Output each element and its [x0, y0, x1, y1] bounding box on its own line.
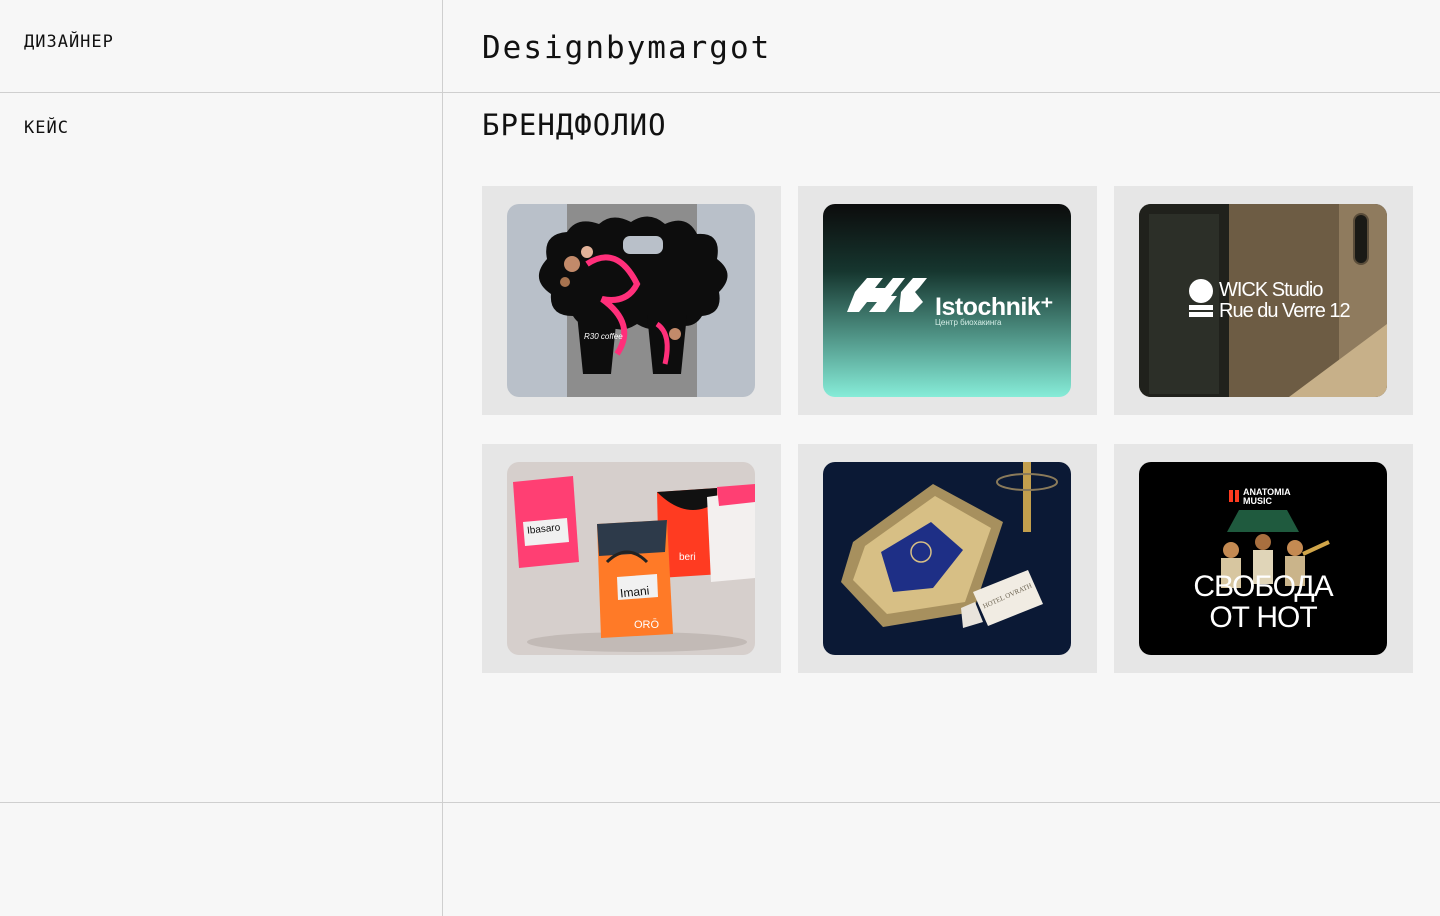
portfolio-card-wick-studio[interactable]: WICK Studio Rue du Verre 12 [1114, 186, 1413, 415]
case-label: КЕЙС [24, 118, 69, 138]
portfolio-card-oro-coffee[interactable]: Ibasaro Imani beri ORŌ [482, 444, 781, 673]
wick-line2: Rue du Verre 12 [1219, 300, 1351, 322]
anatomia-brand: ANATOMIA MUSIC [1243, 487, 1291, 506]
portfolio-card-anatomia-music[interactable]: ANATOMIA MUSIC СВОБОДА ОТ НОТ [1114, 444, 1413, 673]
r30-cup-label: R30 coffee [584, 332, 623, 341]
oro-brand-label: ORŌ [634, 619, 660, 631]
istochnik-logo-image: Istochnik⁺ Центр биохакинга [823, 204, 1071, 397]
section-title: БРЕНДФОЛИО [482, 108, 667, 142]
oro-bag3-label: beri [679, 552, 696, 563]
page: ДИЗАЙНЕР КЕЙС Designbymargot БРЕНДФОЛИО [0, 0, 1440, 916]
oro-coffee-bags-image: Ibasaro Imani beri ORŌ [507, 462, 755, 655]
header-divider [0, 92, 1440, 93]
anatomia-music-poster-image: ANATOMIA MUSIC СВОБОДА ОТ НОТ [1139, 462, 1387, 655]
footer-divider [0, 802, 1440, 803]
portfolio-card-hotel-ovrath[interactable]: HOTEL OVRATH [798, 444, 1097, 673]
anatomia-title-line2: ОТ НОТ [1209, 601, 1317, 634]
wick-studio-door-image: WICK Studio Rue du Verre 12 [1139, 204, 1387, 397]
hotel-ovrath-tray-image: HOTEL OVRATH [823, 462, 1071, 655]
site-title[interactable]: Designbymargot [482, 30, 771, 66]
portfolio-card-r30-coffee[interactable]: R30 coffee [482, 186, 781, 415]
wick-line1: WICK Studio [1219, 279, 1323, 301]
istochnik-subtitle: Центр биохакинга [935, 318, 1002, 327]
r30-coffee-cup-carrier-image: R30 coffee [507, 204, 755, 397]
portfolio-grid: R30 coffee Istochnik⁺ Центр биохакинга W… [482, 186, 1413, 673]
column-divider [442, 0, 443, 916]
portfolio-card-istochnik[interactable]: Istochnik⁺ Центр биохакинга [798, 186, 1097, 415]
designer-label: ДИЗАЙНЕР [24, 32, 114, 52]
anatomia-title-line1: СВОБОДА [1193, 570, 1333, 603]
